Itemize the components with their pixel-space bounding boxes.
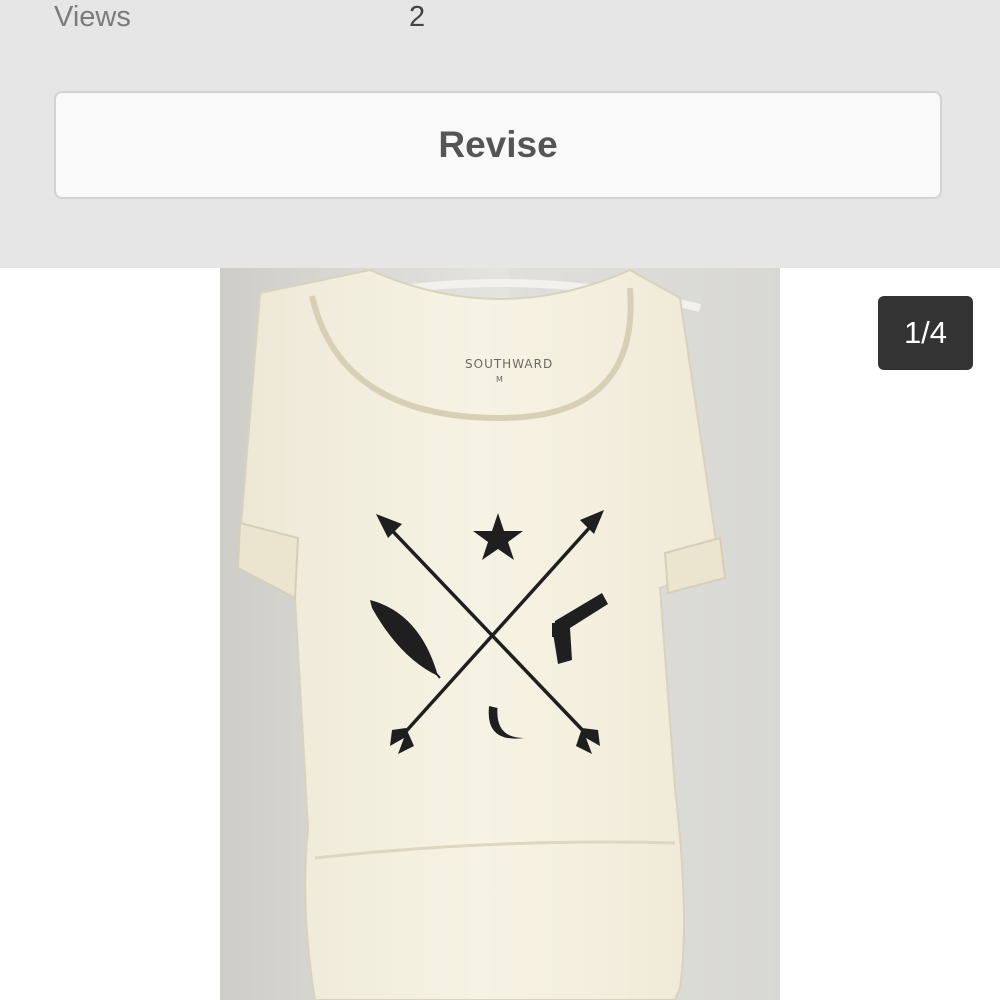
photo-counter-badge: 1/4 xyxy=(878,296,973,370)
shirt-brand-text: SOUTHWARD xyxy=(465,357,553,371)
views-label: Views xyxy=(54,1,131,33)
image-gallery[interactable]: SOUTHWARD M 1/4 xyxy=(0,268,1000,1000)
listing-photo[interactable]: SOUTHWARD M xyxy=(220,268,780,1000)
tshirt-photo-icon: SOUTHWARD M xyxy=(220,268,780,1000)
listing-details-panel: Views 2 Revise xyxy=(0,0,1000,268)
revise-button[interactable]: Revise xyxy=(54,91,942,199)
views-row: Views 2 xyxy=(0,0,1000,40)
svg-text:M: M xyxy=(496,375,503,384)
views-count: 2 xyxy=(409,1,426,33)
